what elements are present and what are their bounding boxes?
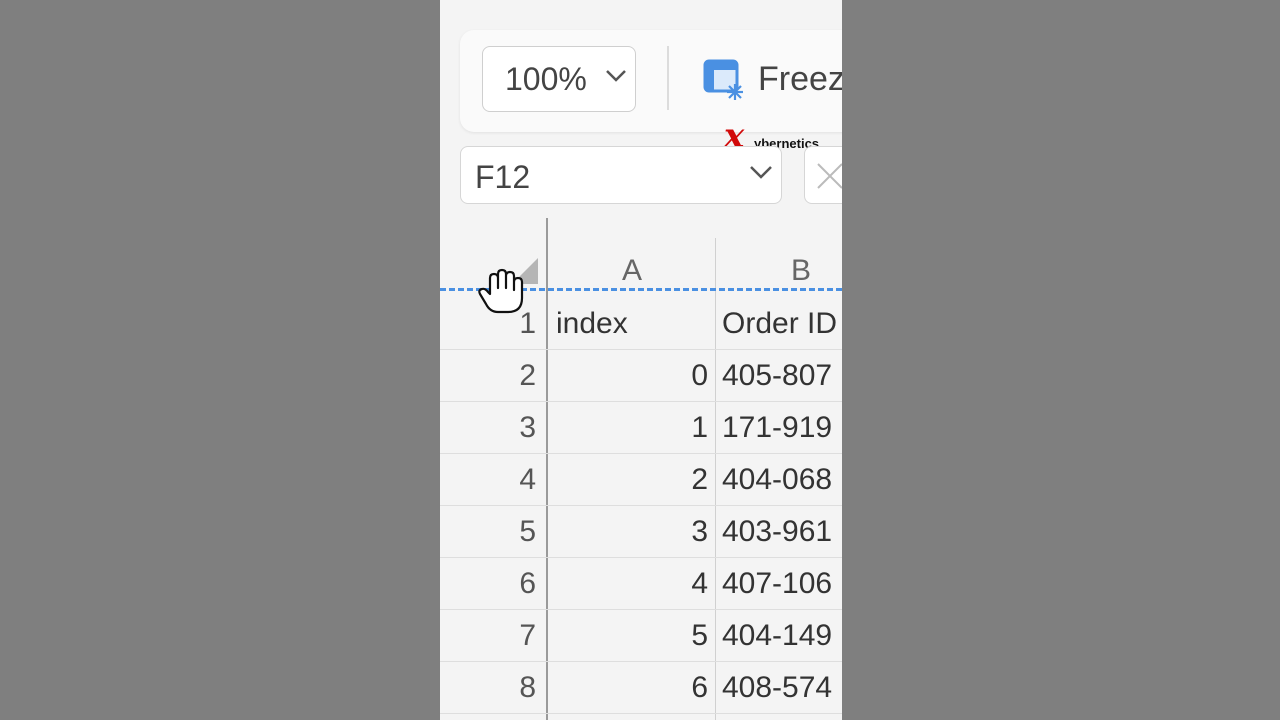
table-row: 3 1 171-919 bbox=[440, 402, 842, 454]
cell[interactable]: 6 bbox=[550, 671, 708, 705]
chevron-down-icon bbox=[605, 69, 627, 88]
cell[interactable]: 3 bbox=[550, 515, 708, 549]
cell[interactable]: 407-106 bbox=[722, 567, 832, 601]
spreadsheet-window: 100% Freez x ybernetics F12 A B 1 index … bbox=[440, 0, 842, 720]
freeze-panes-button[interactable]: Freez bbox=[758, 60, 842, 99]
row-header[interactable]: 5 bbox=[440, 515, 536, 549]
zoom-dropdown[interactable]: 100% bbox=[482, 46, 636, 112]
row-header[interactable]: 6 bbox=[440, 567, 536, 601]
cell[interactable]: 171-919 bbox=[722, 411, 832, 445]
cell[interactable]: 404-149 bbox=[722, 619, 832, 653]
cell[interactable]: 5 bbox=[550, 619, 708, 653]
row-header[interactable]: 3 bbox=[440, 411, 536, 445]
chevron-down-icon[interactable] bbox=[749, 165, 773, 184]
formula-cancel-box[interactable] bbox=[804, 146, 842, 204]
toolbar-divider bbox=[667, 46, 669, 110]
row-header[interactable]: 2 bbox=[440, 359, 536, 393]
table-row: 4 2 404-068 bbox=[440, 454, 842, 506]
hand-cursor-icon bbox=[476, 264, 526, 321]
table-row: 5 3 403-961 bbox=[440, 506, 842, 558]
cell[interactable]: 0 bbox=[550, 359, 708, 393]
name-box[interactable]: F12 bbox=[460, 146, 782, 204]
table-row: 2 0 405-807 bbox=[440, 350, 842, 402]
ribbon-toolbar: 100% Freez bbox=[460, 30, 842, 132]
freeze-panes-icon[interactable] bbox=[702, 58, 746, 107]
cancel-icon[interactable] bbox=[815, 161, 842, 196]
table-row: 8 6 408-574 bbox=[440, 662, 842, 714]
cell[interactable]: 408-574 bbox=[722, 671, 832, 705]
table-row: 7 5 404-149 bbox=[440, 610, 842, 662]
cell[interactable]: 1 bbox=[550, 411, 708, 445]
cell[interactable]: 403-961 bbox=[722, 515, 832, 549]
cell[interactable]: 405-807 bbox=[722, 359, 832, 393]
cell[interactable]: Order ID bbox=[722, 307, 837, 341]
zoom-value: 100% bbox=[505, 61, 587, 97]
table-row: 6 4 407-106 bbox=[440, 558, 842, 610]
spreadsheet-grid: A B 1 index Order ID 2 0 405-807 3 1 171… bbox=[440, 218, 842, 720]
cell[interactable]: index bbox=[556, 307, 714, 341]
cell[interactable]: 404-068 bbox=[722, 463, 832, 497]
cell[interactable]: 2 bbox=[550, 463, 708, 497]
row-header[interactable]: 7 bbox=[440, 619, 536, 653]
cell[interactable]: 4 bbox=[550, 567, 708, 601]
name-box-value: F12 bbox=[475, 159, 531, 195]
row-header[interactable]: 8 bbox=[440, 671, 536, 705]
row-header[interactable]: 4 bbox=[440, 463, 536, 497]
